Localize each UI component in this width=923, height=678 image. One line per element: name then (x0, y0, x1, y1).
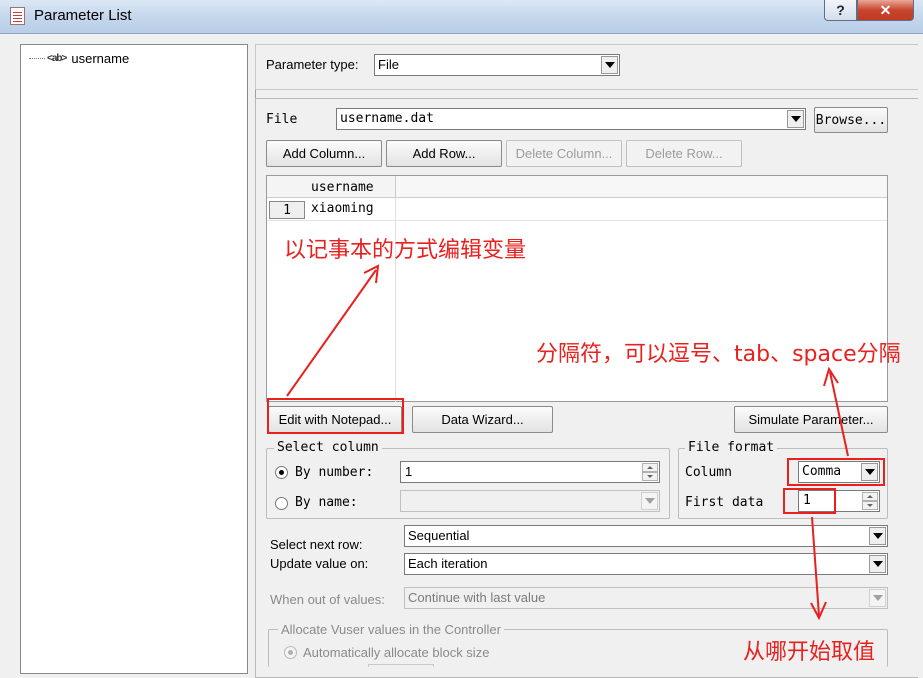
chevron-down-icon[interactable] (641, 492, 658, 510)
first-data-highlight-box (783, 488, 836, 514)
select-next-row-label: Select next row: (270, 537, 363, 552)
parameter-type-value: File (378, 57, 399, 72)
delete-row-button[interactable]: Delete Row... (626, 140, 742, 167)
update-value-value: Each iteration (408, 556, 488, 571)
file-label: File (266, 112, 298, 127)
notepad-annotation: 以记事本的方式编辑变量 (284, 238, 527, 263)
chevron-down-icon[interactable] (601, 56, 618, 74)
first-data-label: First data (685, 495, 764, 510)
column-highlight-box (787, 458, 885, 486)
auto-allocate-radio[interactable] (284, 646, 297, 659)
simulate-parameter-button[interactable]: Simulate Parameter... (734, 406, 888, 433)
file-path-select[interactable]: username.dat (336, 108, 806, 130)
add-column-button[interactable]: Add Column... (266, 140, 382, 167)
add-row-button[interactable]: Add Row... (386, 140, 502, 167)
chevron-down-icon[interactable] (869, 589, 886, 607)
tree-item-username[interactable]: <ab> username (29, 51, 129, 66)
tree-item-label: username (71, 51, 130, 66)
auto-allocate-label: Automatically allocate block size (303, 645, 490, 660)
select-next-row-select[interactable]: Sequential (404, 525, 888, 547)
title-bar: Parameter List ? ✕ (0, 0, 923, 34)
by-name-label: By name: (295, 495, 358, 510)
out-of-values-value: Continue with last value (408, 590, 546, 605)
parameter-tree[interactable]: <ab> username (20, 44, 248, 674)
data-wizard-button[interactable]: Data Wizard... (412, 406, 553, 433)
by-number-label: By number: (295, 465, 374, 480)
parameter-icon: <ab> (47, 53, 67, 64)
update-value-label: Update value on: (270, 556, 369, 571)
column-delimiter-label: Column (685, 465, 732, 480)
parameter-list-icon (10, 7, 25, 25)
notepad-highlight-box (267, 398, 404, 434)
out-of-values-select[interactable]: Continue with last value (404, 587, 888, 609)
parameter-type-label: Parameter type: (266, 57, 359, 72)
chevron-down-icon[interactable] (869, 555, 886, 573)
separator-annotation: 分隔符，可以逗号、tab、space分隔 (536, 342, 901, 367)
help-button[interactable]: ? (824, 0, 857, 21)
allocate-title: Allocate Vuser values in the Controller (278, 622, 504, 637)
out-of-values-label: When out of values: (270, 592, 385, 607)
grid-cell[interactable]: xiaoming (311, 201, 374, 216)
chevron-down-icon[interactable] (787, 110, 804, 128)
column-header-username[interactable]: username (311, 180, 374, 195)
spin-up-icon[interactable] (642, 463, 658, 472)
column-name-select[interactable] (400, 490, 660, 512)
chevron-down-icon[interactable] (869, 527, 886, 545)
spin-up-icon[interactable] (862, 492, 878, 501)
column-number-spinner[interactable]: 1 (400, 461, 660, 483)
file-path-value: username.dat (340, 111, 434, 126)
grid-divider (267, 220, 887, 221)
select-column-title: Select column (274, 440, 382, 455)
tree-connector (29, 58, 45, 59)
grid-divider (395, 198, 396, 402)
spin-down-icon[interactable] (642, 472, 658, 481)
delete-column-button[interactable]: Delete Column... (506, 140, 622, 167)
by-name-radio[interactable] (275, 497, 288, 510)
parameter-type-select[interactable]: File (374, 54, 620, 76)
first-data-annotation: 从哪开始取值 (743, 640, 876, 665)
row-number[interactable]: 1 (269, 201, 305, 219)
grid-header-filler (396, 176, 887, 198)
browse-button[interactable]: Browse... (814, 107, 888, 133)
close-button[interactable]: ✕ (857, 0, 914, 21)
file-format-title: File format (685, 440, 778, 455)
update-value-select[interactable]: Each iteration (404, 553, 888, 575)
window-title: Parameter List (34, 7, 132, 24)
select-next-row-value: Sequential (408, 528, 470, 543)
column-number-value: 1 (405, 464, 413, 479)
spin-down-icon[interactable] (862, 501, 878, 510)
by-number-radio[interactable] (275, 466, 288, 479)
